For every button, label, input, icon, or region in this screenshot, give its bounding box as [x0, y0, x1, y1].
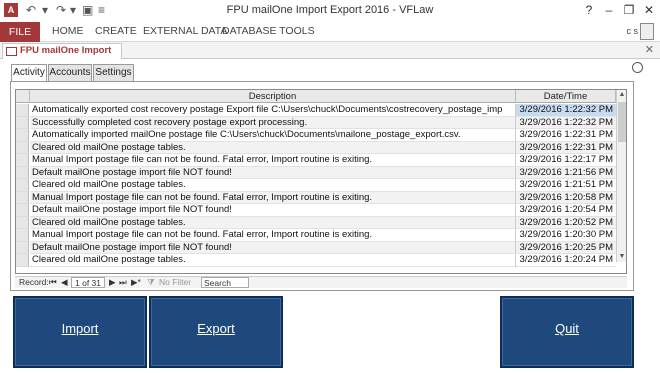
date-cell[interactable]: 3/29/2016 1:20:30 PM [516, 229, 616, 242]
row-selector[interactable] [16, 204, 29, 217]
description-cell[interactable]: Cleared old mailOne postage tables. [30, 141, 516, 154]
description-cell[interactable]: Automatically exported cost recovery pos… [30, 104, 516, 117]
document-tab[interactable]: FPU mailOne Import Export [2, 43, 122, 70]
description-cell[interactable]: Default mailOne postage import file NOT … [30, 166, 516, 179]
table-row[interactable]: Manual Import postage file can not be fo… [16, 154, 616, 167]
row-selector[interactable] [16, 129, 29, 142]
scroll-down-icon[interactable]: ▼ [617, 252, 626, 262]
restore-icon[interactable]: ❐ [618, 2, 640, 18]
table-row[interactable]: Automatically imported mailOne postage f… [16, 129, 616, 142]
globe-icon [632, 62, 643, 73]
tab-home[interactable]: HOME [52, 25, 84, 37]
description-cell[interactable]: Default mailOne postage import file NOT … [30, 241, 516, 254]
filter-icon: ⧩ [147, 277, 155, 287]
export-button[interactable]: Export [149, 296, 283, 368]
next-record-icon[interactable]: ▶ [109, 277, 116, 288]
user-avatar-icon[interactable] [640, 23, 654, 40]
activity-grid: Description Date/Time Automatically expo… [15, 89, 627, 274]
table-row[interactable]: Manual Import postage file can not be fo… [16, 229, 616, 242]
first-record-icon[interactable]: ⏮ [49, 277, 57, 288]
select-all-cell[interactable] [16, 90, 30, 103]
grid-header: Description Date/Time [16, 90, 626, 103]
tab-settings[interactable]: Settings [93, 64, 134, 81]
scroll-up-icon[interactable]: ▲ [617, 90, 626, 100]
table-row[interactable]: Successfully completed cost recovery pos… [16, 116, 616, 129]
table-row[interactable]: Default mailOne postage import file NOT … [16, 166, 616, 179]
description-cell[interactable]: Default mailOne postage import file NOT … [30, 204, 516, 217]
title-bar: A ↶ ▾ ↷ ▾ ▣ ≡ FPU mailOne Import Export … [0, 0, 660, 22]
row-selector[interactable] [16, 216, 29, 229]
help-icon[interactable]: ? [578, 2, 600, 18]
last-record-icon[interactable]: ⏭ [119, 277, 127, 288]
close-window-icon[interactable]: ✕ [638, 2, 660, 18]
table-row[interactable]: Default mailOne postage import file NOT … [16, 241, 616, 254]
row-selector[interactable] [16, 154, 29, 167]
row-selector[interactable] [16, 254, 29, 267]
user-name[interactable]: c s [626, 26, 638, 36]
date-cell[interactable]: 3/29/2016 1:20:25 PM [516, 241, 616, 254]
new-record-icon[interactable]: ▶* [131, 277, 141, 288]
date-column-header[interactable]: Date/Time [516, 90, 616, 103]
file-tab[interactable]: FILE [0, 22, 40, 42]
row-selector[interactable] [16, 116, 29, 129]
description-cell[interactable]: Manual Import postage file can not be fo… [30, 191, 516, 204]
description-cell[interactable]: Cleared old mailOne postage tables. [30, 254, 516, 267]
description-cell[interactable]: Cleared old mailOne postage tables. [30, 179, 516, 192]
description-column-header[interactable]: Description [30, 90, 516, 103]
row-selector[interactable] [16, 241, 29, 254]
date-cell[interactable]: 3/29/2016 1:22:31 PM [516, 141, 616, 154]
tab-create[interactable]: CREATE [95, 25, 137, 37]
previous-record-icon[interactable]: ◀ [61, 277, 68, 288]
date-cell[interactable]: 3/29/2016 1:21:56 PM [516, 166, 616, 179]
vertical-scrollbar[interactable]: ▲ ▼ [616, 90, 626, 262]
row-selector[interactable] [16, 141, 29, 154]
table-row[interactable]: Default mailOne postage import file NOT … [16, 204, 616, 217]
table-row[interactable]: Cleared old mailOne postage tables. 3/29… [16, 141, 616, 154]
tab-external-data[interactable]: EXTERNAL DATA [143, 25, 227, 37]
date-cell[interactable]: 3/29/2016 1:20:58 PM [516, 191, 616, 204]
quit-button[interactable]: Quit [500, 296, 634, 368]
description-cell[interactable]: Successfully completed cost recovery pos… [30, 116, 516, 129]
description-cell[interactable]: Cleared old mailOne postage tables. [30, 216, 516, 229]
date-cell[interactable]: 3/29/2016 1:20:24 PM [516, 254, 616, 267]
date-cell[interactable]: 3/29/2016 1:20:54 PM [516, 204, 616, 217]
table-row[interactable]: Cleared old mailOne postage tables. 3/29… [16, 179, 616, 192]
date-cell[interactable]: 3/29/2016 1:22:32 PM [516, 116, 616, 129]
close-document-icon[interactable]: ✕ [645, 43, 654, 56]
ribbon-tab-bar: FILE HOME CREATE EXTERNAL DATA DATABASE … [0, 22, 660, 42]
row-selector[interactable] [16, 166, 29, 179]
tab-database-tools[interactable]: DATABASE TOOLS [222, 25, 315, 37]
date-cell[interactable]: 3/29/2016 1:22:17 PM [516, 154, 616, 167]
search-input[interactable]: Search [201, 277, 249, 288]
description-cell[interactable]: Automatically imported mailOne postage f… [30, 129, 516, 142]
description-cell[interactable]: Manual Import postage file can not be fo… [30, 229, 516, 242]
date-cell[interactable]: 3/29/2016 1:20:52 PM [516, 216, 616, 229]
row-selector[interactable] [16, 104, 29, 117]
table-row[interactable]: Manual Import postage file can not be fo… [16, 191, 616, 204]
tab-activity[interactable]: Activity [11, 64, 47, 82]
date-cell[interactable]: 3/29/2016 1:21:51 PM [516, 179, 616, 192]
document-tab-bar: FPU mailOne Import Export ✕ [0, 42, 660, 70]
row-selector[interactable] [16, 179, 29, 192]
record-position-field[interactable]: 1 of 31 [71, 277, 105, 288]
table-row[interactable]: Cleared old mailOne postage tables. 3/29… [16, 216, 616, 229]
record-label: Record: [19, 277, 49, 287]
description-cell[interactable]: Manual Import postage file can not be fo… [30, 154, 516, 167]
import-button[interactable]: Import [13, 296, 147, 368]
record-navigation-bar: Record: ⏮ ◀ 1 of 31 ▶ ⏭ ▶* ⧩ No Filter S… [15, 276, 627, 288]
row-selector[interactable] [16, 191, 29, 204]
table-row[interactable]: Cleared old mailOne postage tables. 3/29… [16, 254, 616, 267]
window-title: FPU mailOne Import Export 2016 - VFLaw [226, 4, 434, 16]
row-selector[interactable] [16, 229, 29, 242]
scroll-thumb[interactable] [618, 102, 626, 142]
tab-accounts[interactable]: Accounts [48, 64, 92, 81]
filter-status[interactable]: No Filter [159, 277, 191, 288]
date-cell[interactable]: 3/29/2016 1:22:32 PM [516, 104, 616, 117]
table-row[interactable]: Automatically exported cost recovery pos… [16, 104, 616, 117]
form-icon [6, 47, 17, 56]
minimize-icon[interactable]: – [598, 2, 620, 18]
date-cell[interactable]: 3/29/2016 1:22:31 PM [516, 129, 616, 142]
